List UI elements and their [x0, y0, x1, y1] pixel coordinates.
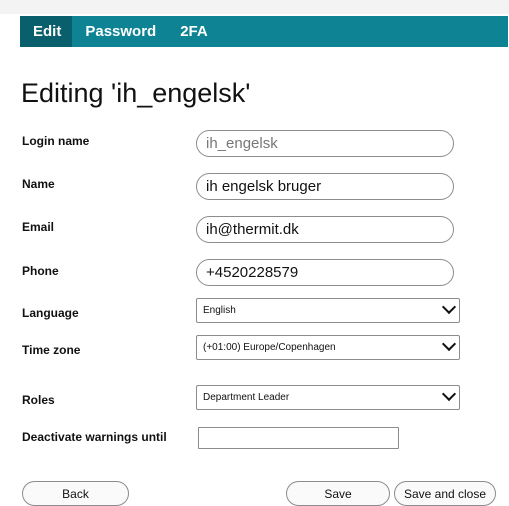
email-field[interactable]: ih@thermit.dk: [196, 216, 454, 243]
language-selected-value: English: [203, 305, 236, 316]
roles-label: Roles: [22, 393, 55, 407]
top-strip: [0, 0, 509, 14]
time-zone-select[interactable]: (+01:00) Europe/Copenhagen: [196, 335, 460, 360]
tab-edit[interactable]: Edit: [20, 16, 73, 47]
save-and-close-button[interactable]: Save and close: [394, 481, 496, 506]
language-select[interactable]: English: [196, 298, 460, 323]
page-title: Editing 'ih_engelsk': [21, 78, 251, 108]
name-label: Name: [22, 177, 55, 191]
save-button[interactable]: Save: [286, 481, 390, 506]
tab-2fa[interactable]: 2FA: [169, 16, 219, 47]
tab-password[interactable]: Password: [74, 16, 167, 47]
deactivate-warnings-date-field[interactable]: [198, 427, 399, 449]
chevron-down-icon: [441, 299, 457, 315]
roles-select[interactable]: Department Leader: [196, 385, 460, 410]
time-zone-selected-value: (+01:00) Europe/Copenhagen: [203, 342, 336, 353]
login-name-label: Login name: [22, 134, 90, 148]
login-name-field[interactable]: ih_engelsk: [196, 130, 454, 157]
phone-label: Phone: [22, 264, 59, 278]
back-button[interactable]: Back: [22, 481, 129, 506]
email-label: Email: [22, 220, 55, 234]
roles-selected-value: Department Leader: [203, 392, 290, 403]
name-field[interactable]: ih engelsk bruger: [196, 173, 454, 200]
chevron-down-icon: [441, 336, 457, 352]
phone-field[interactable]: +4520228579: [196, 259, 454, 286]
deactivate-warnings-label: Deactivate warnings until: [22, 430, 167, 444]
chevron-down-icon: [441, 386, 457, 402]
time-zone-label: Time zone: [22, 343, 81, 357]
tab-bar: Edit Password 2FA: [20, 16, 508, 47]
language-label: Language: [22, 306, 79, 320]
